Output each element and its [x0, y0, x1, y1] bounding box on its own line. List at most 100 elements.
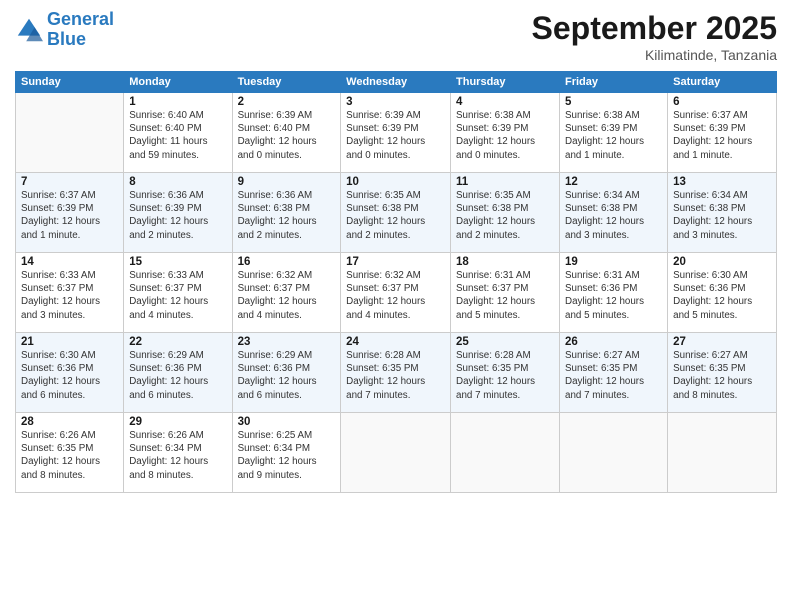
calendar-cell — [560, 413, 668, 493]
day-number: 8 — [129, 176, 226, 188]
logo: General Blue — [15, 10, 114, 50]
day-info: Sunrise: 6:31 AM Sunset: 6:36 PM Dayligh… — [565, 269, 662, 322]
day-number: 6 — [673, 96, 771, 108]
calendar-cell — [668, 413, 777, 493]
header: General Blue September 2025 Kilimatinde,… — [15, 10, 777, 63]
calendar-cell: 5Sunrise: 6:38 AM Sunset: 6:39 PM Daylig… — [560, 93, 668, 173]
day-info: Sunrise: 6:34 AM Sunset: 6:38 PM Dayligh… — [673, 189, 771, 242]
calendar-cell: 4Sunrise: 6:38 AM Sunset: 6:39 PM Daylig… — [451, 93, 560, 173]
day-info: Sunrise: 6:27 AM Sunset: 6:35 PM Dayligh… — [673, 349, 771, 402]
day-number: 7 — [21, 176, 118, 188]
title-block: September 2025 Kilimatinde, Tanzania — [532, 10, 777, 63]
calendar-cell: 23Sunrise: 6:29 AM Sunset: 6:36 PM Dayli… — [232, 333, 341, 413]
day-info: Sunrise: 6:36 AM Sunset: 6:39 PM Dayligh… — [129, 189, 226, 242]
day-number: 4 — [456, 96, 554, 108]
weekday-header-wednesday: Wednesday — [341, 72, 451, 93]
day-info: Sunrise: 6:36 AM Sunset: 6:38 PM Dayligh… — [238, 189, 336, 242]
day-number: 21 — [21, 336, 118, 348]
calendar-cell: 9Sunrise: 6:36 AM Sunset: 6:38 PM Daylig… — [232, 173, 341, 253]
logo-icon — [15, 16, 43, 44]
calendar-cell: 20Sunrise: 6:30 AM Sunset: 6:36 PM Dayli… — [668, 253, 777, 333]
calendar-cell: 8Sunrise: 6:36 AM Sunset: 6:39 PM Daylig… — [124, 173, 232, 253]
day-number: 13 — [673, 176, 771, 188]
location-subtitle: Kilimatinde, Tanzania — [532, 47, 777, 63]
day-number: 18 — [456, 256, 554, 268]
month-title: September 2025 — [532, 10, 777, 47]
day-info: Sunrise: 6:38 AM Sunset: 6:39 PM Dayligh… — [456, 109, 554, 162]
day-number: 29 — [129, 416, 226, 428]
day-info: Sunrise: 6:39 AM Sunset: 6:40 PM Dayligh… — [238, 109, 336, 162]
day-info: Sunrise: 6:26 AM Sunset: 6:34 PM Dayligh… — [129, 429, 226, 482]
calendar-cell: 16Sunrise: 6:32 AM Sunset: 6:37 PM Dayli… — [232, 253, 341, 333]
calendar-cell: 13Sunrise: 6:34 AM Sunset: 6:38 PM Dayli… — [668, 173, 777, 253]
day-number: 26 — [565, 336, 662, 348]
calendar-cell: 19Sunrise: 6:31 AM Sunset: 6:36 PM Dayli… — [560, 253, 668, 333]
day-info: Sunrise: 6:27 AM Sunset: 6:35 PM Dayligh… — [565, 349, 662, 402]
day-info: Sunrise: 6:38 AM Sunset: 6:39 PM Dayligh… — [565, 109, 662, 162]
weekday-header-friday: Friday — [560, 72, 668, 93]
weekday-header-tuesday: Tuesday — [232, 72, 341, 93]
calendar-week-row: 21Sunrise: 6:30 AM Sunset: 6:36 PM Dayli… — [16, 333, 777, 413]
day-info: Sunrise: 6:33 AM Sunset: 6:37 PM Dayligh… — [129, 269, 226, 322]
day-info: Sunrise: 6:40 AM Sunset: 6:40 PM Dayligh… — [129, 109, 226, 162]
weekday-header-monday: Monday — [124, 72, 232, 93]
calendar-cell — [341, 413, 451, 493]
day-info: Sunrise: 6:30 AM Sunset: 6:36 PM Dayligh… — [21, 349, 118, 402]
calendar-week-row: 1Sunrise: 6:40 AM Sunset: 6:40 PM Daylig… — [16, 93, 777, 173]
day-number: 1 — [129, 96, 226, 108]
day-number: 20 — [673, 256, 771, 268]
day-number: 14 — [21, 256, 118, 268]
calendar-cell: 28Sunrise: 6:26 AM Sunset: 6:35 PM Dayli… — [16, 413, 124, 493]
calendar-cell — [16, 93, 124, 173]
day-info: Sunrise: 6:33 AM Sunset: 6:37 PM Dayligh… — [21, 269, 118, 322]
calendar-cell: 2Sunrise: 6:39 AM Sunset: 6:40 PM Daylig… — [232, 93, 341, 173]
day-number: 16 — [238, 256, 336, 268]
calendar-cell: 1Sunrise: 6:40 AM Sunset: 6:40 PM Daylig… — [124, 93, 232, 173]
calendar-cell: 18Sunrise: 6:31 AM Sunset: 6:37 PM Dayli… — [451, 253, 560, 333]
day-number: 11 — [456, 176, 554, 188]
day-number: 24 — [346, 336, 445, 348]
logo-general: General — [47, 9, 114, 29]
calendar-cell: 24Sunrise: 6:28 AM Sunset: 6:35 PM Dayli… — [341, 333, 451, 413]
day-info: Sunrise: 6:32 AM Sunset: 6:37 PM Dayligh… — [238, 269, 336, 322]
calendar-cell: 25Sunrise: 6:28 AM Sunset: 6:35 PM Dayli… — [451, 333, 560, 413]
calendar-cell: 11Sunrise: 6:35 AM Sunset: 6:38 PM Dayli… — [451, 173, 560, 253]
calendar-cell: 15Sunrise: 6:33 AM Sunset: 6:37 PM Dayli… — [124, 253, 232, 333]
day-info: Sunrise: 6:39 AM Sunset: 6:39 PM Dayligh… — [346, 109, 445, 162]
calendar-cell: 26Sunrise: 6:27 AM Sunset: 6:35 PM Dayli… — [560, 333, 668, 413]
day-info: Sunrise: 6:29 AM Sunset: 6:36 PM Dayligh… — [129, 349, 226, 402]
page: General Blue September 2025 Kilimatinde,… — [0, 0, 792, 612]
calendar-cell: 10Sunrise: 6:35 AM Sunset: 6:38 PM Dayli… — [341, 173, 451, 253]
day-number: 2 — [238, 96, 336, 108]
logo-blue: Blue — [47, 29, 86, 49]
weekday-header-saturday: Saturday — [668, 72, 777, 93]
calendar-week-row: 7Sunrise: 6:37 AM Sunset: 6:39 PM Daylig… — [16, 173, 777, 253]
day-number: 12 — [565, 176, 662, 188]
day-number: 19 — [565, 256, 662, 268]
weekday-header-row: SundayMondayTuesdayWednesdayThursdayFrid… — [16, 72, 777, 93]
calendar-week-row: 14Sunrise: 6:33 AM Sunset: 6:37 PM Dayli… — [16, 253, 777, 333]
calendar-cell: 14Sunrise: 6:33 AM Sunset: 6:37 PM Dayli… — [16, 253, 124, 333]
calendar-week-row: 28Sunrise: 6:26 AM Sunset: 6:35 PM Dayli… — [16, 413, 777, 493]
day-info: Sunrise: 6:29 AM Sunset: 6:36 PM Dayligh… — [238, 349, 336, 402]
calendar-cell: 29Sunrise: 6:26 AM Sunset: 6:34 PM Dayli… — [124, 413, 232, 493]
calendar-cell: 12Sunrise: 6:34 AM Sunset: 6:38 PM Dayli… — [560, 173, 668, 253]
logo-text: General Blue — [47, 10, 114, 50]
day-number: 25 — [456, 336, 554, 348]
day-info: Sunrise: 6:37 AM Sunset: 6:39 PM Dayligh… — [673, 109, 771, 162]
day-info: Sunrise: 6:25 AM Sunset: 6:34 PM Dayligh… — [238, 429, 336, 482]
day-number: 27 — [673, 336, 771, 348]
calendar-table: SundayMondayTuesdayWednesdayThursdayFrid… — [15, 71, 777, 493]
day-info: Sunrise: 6:37 AM Sunset: 6:39 PM Dayligh… — [21, 189, 118, 242]
day-number: 15 — [129, 256, 226, 268]
calendar-cell: 27Sunrise: 6:27 AM Sunset: 6:35 PM Dayli… — [668, 333, 777, 413]
day-number: 9 — [238, 176, 336, 188]
day-info: Sunrise: 6:28 AM Sunset: 6:35 PM Dayligh… — [346, 349, 445, 402]
calendar-cell: 3Sunrise: 6:39 AM Sunset: 6:39 PM Daylig… — [341, 93, 451, 173]
day-number: 17 — [346, 256, 445, 268]
day-info: Sunrise: 6:34 AM Sunset: 6:38 PM Dayligh… — [565, 189, 662, 242]
day-info: Sunrise: 6:30 AM Sunset: 6:36 PM Dayligh… — [673, 269, 771, 322]
calendar-cell: 6Sunrise: 6:37 AM Sunset: 6:39 PM Daylig… — [668, 93, 777, 173]
calendar-cell: 30Sunrise: 6:25 AM Sunset: 6:34 PM Dayli… — [232, 413, 341, 493]
calendar-cell: 17Sunrise: 6:32 AM Sunset: 6:37 PM Dayli… — [341, 253, 451, 333]
